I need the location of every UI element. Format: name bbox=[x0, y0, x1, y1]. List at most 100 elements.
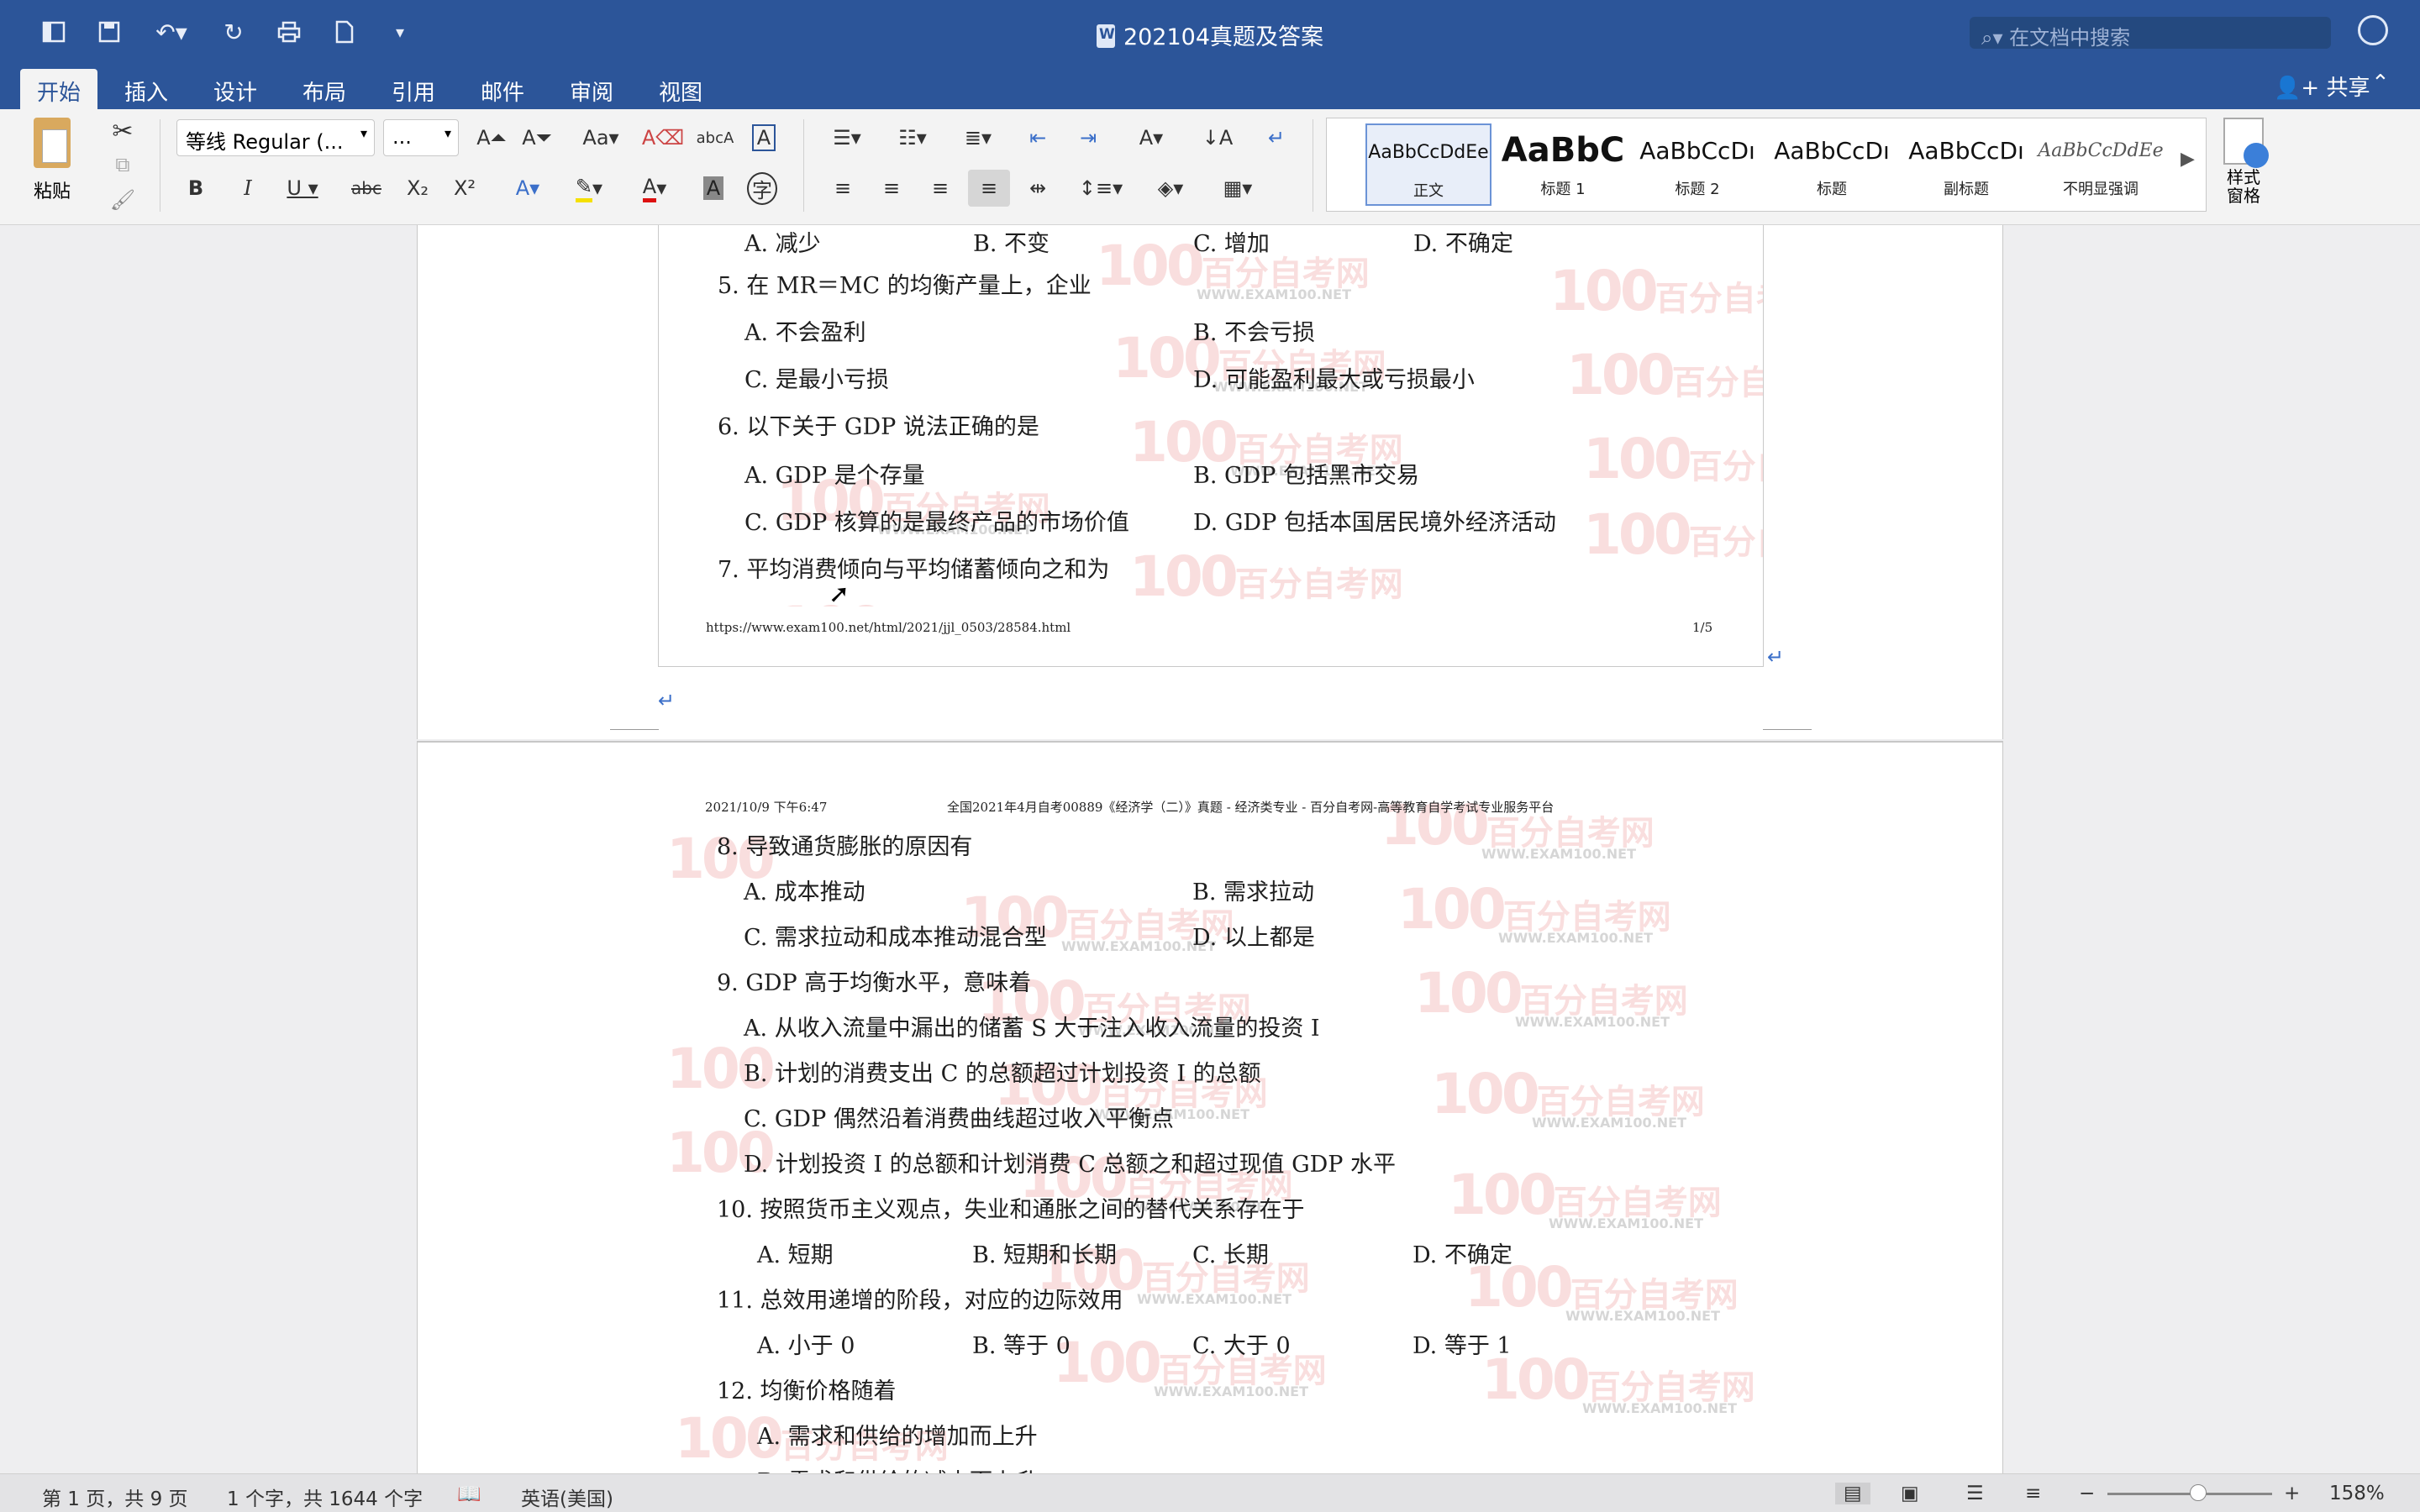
paragraph-mark-icon: ↵ bbox=[658, 689, 676, 712]
tab-review[interactable]: 审阅 bbox=[553, 69, 630, 109]
multilevel-list-icon[interactable]: ≣▾ bbox=[950, 119, 1007, 156]
tab-view[interactable]: 视图 bbox=[642, 69, 719, 109]
document-workspace[interactable]: 100百分自考网WWW.EXAM100.NET 100 百分自考网 100百分自考… bbox=[0, 225, 2420, 1473]
draft-view-icon[interactable]: ≡ bbox=[2025, 1483, 2041, 1504]
watermark-url: WWW.EXAM100.NET bbox=[1582, 1400, 1737, 1416]
clipboard-icon bbox=[34, 118, 71, 168]
font-name-select[interactable]: 等线 Regular (... ▾ bbox=[176, 119, 375, 156]
sort-icon[interactable]: ↓A bbox=[1197, 119, 1239, 156]
tab-home[interactable]: 开始 bbox=[20, 69, 98, 109]
line-spacing-icon[interactable]: ↕≡▾ bbox=[1072, 170, 1129, 207]
proofing-icon[interactable]: 📖 bbox=[457, 1483, 481, 1505]
ribbon-home: 粘贴 ✂ ⧉ 🖌 等线 Regular (... ▾ ... ▾ A⏶ A⏷ Aa▾… bbox=[0, 109, 2420, 225]
page-1: 100百分自考网WWW.EXAM100.NET 100百分自考网 100百分自考… bbox=[417, 225, 2003, 739]
distributed-icon[interactable]: ⇹ bbox=[1018, 170, 1057, 207]
page-count[interactable]: 第 1 页，共 9 页 bbox=[42, 1483, 188, 1511]
strikethrough-button[interactable]: abc bbox=[345, 170, 388, 207]
text-effects-icon[interactable]: A▾ bbox=[504, 170, 551, 207]
bullets-icon[interactable]: ☰▾ bbox=[818, 119, 876, 156]
cut-icon[interactable]: ✂ bbox=[106, 113, 139, 150]
shading-icon[interactable]: ◈▾ bbox=[1143, 170, 1198, 207]
option-text: B. 不会亏损 bbox=[1193, 320, 1316, 346]
option-text: B. 需求和供给的减少而上升 bbox=[757, 1463, 1038, 1473]
tab-mailings[interactable]: 邮件 bbox=[464, 69, 541, 109]
increase-indent-icon[interactable]: ⇥ bbox=[1069, 119, 1107, 156]
style-title[interactable]: AaBbCcDı 标题 bbox=[1769, 123, 1895, 206]
show-formatting-icon[interactable]: ↵ bbox=[1255, 119, 1297, 156]
print-layout-view-icon[interactable]: ▤ bbox=[1835, 1483, 1870, 1504]
zoom-slider-thumb[interactable] bbox=[2190, 1484, 2207, 1501]
align-center-icon[interactable]: ≡ bbox=[872, 170, 911, 207]
search-icon: ⌕▾ bbox=[1981, 26, 2010, 50]
gallery-scroll-icon[interactable]: ▶ bbox=[2181, 149, 2195, 170]
tab-references[interactable]: 引用 bbox=[375, 69, 452, 109]
character-border-icon[interactable]: A bbox=[744, 119, 783, 156]
subscript-button[interactable]: X₂ bbox=[398, 170, 437, 207]
align-left-icon[interactable]: ≡ bbox=[823, 170, 862, 207]
change-case-icon[interactable]: Aa▾ bbox=[571, 119, 630, 156]
style-heading-2[interactable]: AaBbCcDı 标题 2 bbox=[1634, 123, 1760, 206]
zoom-in-icon[interactable]: + bbox=[2284, 1483, 2300, 1504]
web-layout-view-icon[interactable]: ▣ bbox=[1901, 1483, 1919, 1504]
watermark: 100百分自考网 WWW.EXAM100.NET bbox=[1414, 961, 1688, 1030]
bold-button[interactable]: B bbox=[176, 170, 215, 207]
option-text: B. 不变 bbox=[973, 231, 1050, 257]
share-button[interactable]: 👤+ 共享 bbox=[2274, 71, 2370, 102]
highlight-color-icon[interactable]: ✎ ▾ bbox=[561, 170, 617, 207]
underline-button[interactable]: U ▾ bbox=[277, 170, 328, 207]
option-text: A. 需求和供给的增加而上升 bbox=[757, 1424, 1038, 1450]
outline-view-icon[interactable]: ☰ bbox=[1966, 1483, 1984, 1504]
watermark-logo: 100 bbox=[1448, 1163, 1557, 1227]
style-subtle-emphasis[interactable]: AaBbCcDdEe 不明显强调 bbox=[2038, 123, 2164, 206]
shrink-font-icon[interactable]: A⏷ bbox=[516, 119, 558, 156]
styles-pane-button[interactable]: 样式 窗格 bbox=[2218, 118, 2269, 205]
watermark-brand: 百分自考网 bbox=[1234, 565, 1403, 604]
word-count[interactable]: 1 个字，共 1644 个字 bbox=[227, 1483, 423, 1511]
search-input[interactable]: ⌕▾ 在文档中搜索 bbox=[1970, 17, 2331, 50]
divider bbox=[803, 119, 804, 212]
paste-button[interactable]: 粘贴 bbox=[20, 118, 84, 210]
grow-font-icon[interactable]: A⏶ bbox=[471, 119, 513, 156]
tab-insert[interactable]: 插入 bbox=[108, 69, 185, 109]
chevron-down-icon: ▾ bbox=[444, 125, 451, 141]
phonetic-guide-icon[interactable]: abcA bbox=[694, 119, 736, 156]
clear-formatting-icon[interactable]: A⌫ bbox=[642, 119, 684, 156]
font-color-icon[interactable]: A ▾ bbox=[627, 170, 682, 207]
option-text: A. GDP 是个存量 bbox=[744, 463, 925, 489]
tab-layout[interactable]: 布局 bbox=[286, 69, 363, 109]
justify-icon[interactable]: ≡ bbox=[968, 170, 1010, 207]
format-painter-icon[interactable]: 🖌 bbox=[106, 181, 139, 218]
feedback-smiley-icon[interactable] bbox=[2358, 15, 2388, 45]
question-text: 11. 总效用递增的阶段，对应的边际效用 bbox=[717, 1288, 1123, 1314]
style-name: 标题 bbox=[1817, 181, 1847, 198]
question-text: 8. 导致通货膨胀的原因有 bbox=[717, 834, 973, 860]
style-normal[interactable]: AaBbCcDdEe 正文 bbox=[1365, 123, 1491, 206]
watermark-logo: 100 bbox=[1583, 502, 1692, 567]
superscript-button[interactable]: X² bbox=[445, 170, 484, 207]
copy-icon[interactable]: ⧉ bbox=[106, 146, 139, 183]
align-right-icon[interactable]: ≡ bbox=[921, 170, 960, 207]
style-heading-1[interactable]: AaBbC 标题 1 bbox=[1500, 123, 1626, 206]
italic-button[interactable]: I bbox=[229, 170, 267, 207]
language-indicator[interactable]: 英语(美国) bbox=[521, 1483, 613, 1511]
font-size-select[interactable]: ... ▾ bbox=[383, 119, 459, 156]
option-text: D. 不确定 bbox=[1413, 1242, 1512, 1268]
tab-design[interactable]: 设计 bbox=[197, 69, 274, 109]
style-name: 标题 2 bbox=[1675, 181, 1720, 198]
mouse-cursor-icon: ➚ bbox=[829, 580, 850, 609]
collapse-ribbon-icon[interactable]: ⌃ bbox=[2371, 71, 2390, 96]
text-direction-icon[interactable]: A▾ bbox=[1123, 119, 1180, 156]
decrease-indent-icon[interactable]: ⇤ bbox=[1018, 119, 1057, 156]
watermark: 100百分自考网 WWW.EXAM100.NET bbox=[1431, 1062, 1705, 1131]
style-name: 不明显强调 bbox=[2063, 181, 2139, 198]
zoom-level[interactable]: 158% bbox=[2329, 1483, 2385, 1504]
zoom-out-icon[interactable]: − bbox=[2079, 1483, 2095, 1504]
option-text: C. 增加 bbox=[1193, 231, 1270, 257]
borders-icon[interactable]: ▦▾ bbox=[1210, 170, 1265, 207]
watermark-logo: 100 bbox=[1431, 1062, 1540, 1126]
style-subtitle[interactable]: AaBbCcDı 副标题 bbox=[1903, 123, 2029, 206]
enclose-character-icon[interactable]: 字 bbox=[743, 170, 781, 207]
watermark-url: WWW.EXAM100.NET bbox=[1532, 1115, 1686, 1131]
character-shading-icon[interactable]: A bbox=[696, 170, 731, 207]
numbering-icon[interactable]: ☷▾ bbox=[884, 119, 941, 156]
